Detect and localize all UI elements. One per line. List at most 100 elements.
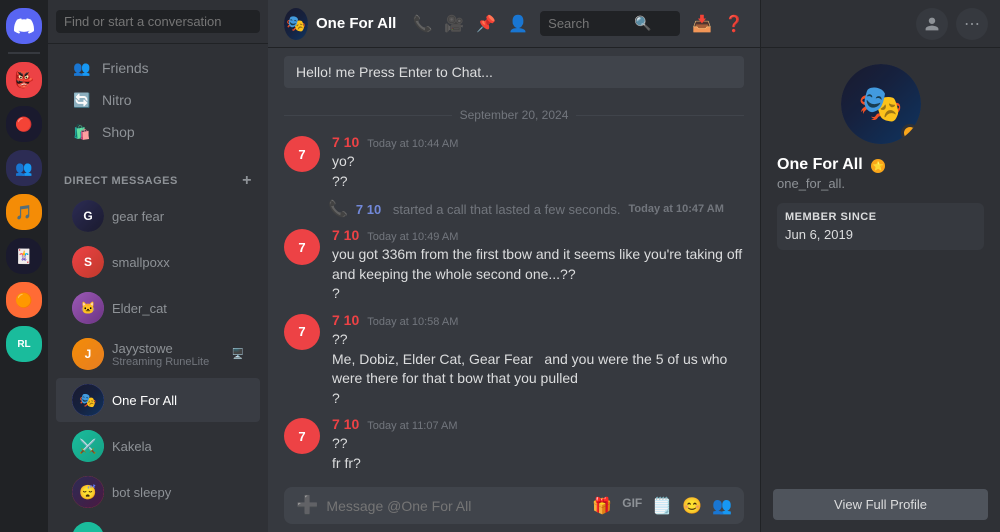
message-time: Today at 10:58 AM	[367, 316, 458, 328]
dm-search-area	[48, 0, 268, 44]
typing-indicator: Hello! me Press Enter to Chat...	[284, 56, 744, 88]
call-author: 7 10	[356, 202, 381, 217]
dm-item-smallpoxx[interactable]: S smallpoxx	[56, 240, 260, 284]
date-separator: September 20, 2024	[268, 92, 760, 130]
friends-label: Friends	[102, 60, 149, 76]
message-author: 7 10	[332, 227, 359, 243]
message-time: Today at 11:07 AM	[367, 420, 457, 432]
message-header: 7 10 Today at 10:49 AM	[332, 227, 744, 243]
message-group: 7 7 10 Today at 11:07 AM ??fr fr?	[268, 412, 760, 477]
activity-icon[interactable]: 👥	[712, 496, 732, 516]
phone-icon[interactable]: 📞	[412, 14, 432, 34]
streaming-icon: 🖥️	[232, 349, 244, 360]
header-search-input[interactable]	[548, 16, 628, 31]
gif-icon[interactable]: GIF	[622, 496, 642, 516]
profile-name-text: One For All	[777, 156, 863, 173]
view-full-profile-button[interactable]: View Full Profile	[773, 489, 988, 520]
message-content: 7 10 Today at 11:07 AM ??fr fr?	[332, 416, 744, 473]
dm-name: smallpoxx	[112, 255, 244, 270]
chat-input-row: ➕ 🎁 GIF 🗒️ 😊 👥	[284, 487, 744, 524]
avatar: 7	[284, 418, 320, 454]
message-text: ??fr fr?	[332, 434, 744, 473]
profile-avatar: 🎭	[841, 64, 921, 144]
message-time: Today at 10:44 AM	[367, 138, 458, 150]
add-friend-icon[interactable]: 👤	[508, 14, 528, 34]
sticker-icon[interactable]: 🗒️	[652, 496, 672, 516]
sidebar-item-friends[interactable]: 👥 Friends	[56, 52, 260, 84]
message-text: you got 336m from the first tbow and it …	[332, 245, 744, 304]
call-text: started a call that lasted a few seconds…	[389, 202, 620, 217]
dm-item-one-for-all[interactable]: 🎭 One For All	[56, 378, 260, 422]
message-author: 7 10	[332, 134, 359, 150]
message-header: 7 10 Today at 10:58 AM	[332, 312, 744, 328]
emoji-icon[interactable]: 😊	[682, 496, 702, 516]
server-bar: 👺 🔴 👥 🎵 🃏 🟠 RL	[0, 0, 48, 532]
add-dm-button[interactable]: +	[242, 172, 252, 190]
dm-item-elder-cat[interactable]: 🐱 Elder_cat	[56, 286, 260, 330]
avatar: 🎭	[72, 384, 104, 416]
avatar: G	[72, 200, 104, 232]
member-since-label: Member Since	[785, 211, 976, 223]
profile-section: 🎭 One For All ⭐ one_for_all. Member Sinc…	[761, 48, 1000, 266]
message-input[interactable]	[326, 498, 584, 514]
server-icon-6[interactable]: 🟠	[6, 282, 42, 318]
dm-item-runelite[interactable]: RL RuneLite 🤖	[56, 516, 260, 532]
message-author: 7 10	[332, 312, 359, 328]
message-author: 7 10	[332, 416, 359, 432]
server-icon-3[interactable]: 👥	[6, 150, 42, 186]
server-icon-7[interactable]: RL	[6, 326, 42, 362]
dm-item-kakela[interactable]: ⚔️ Kakela	[56, 424, 260, 468]
dm-name: Kakela	[112, 439, 244, 454]
call-time: Today at 10:47 AM	[629, 203, 724, 215]
video-icon[interactable]: 🎥	[444, 14, 464, 34]
server-icon-5[interactable]: 🃏	[6, 238, 42, 274]
spacer	[761, 266, 1000, 489]
message-group: 7 7 10 Today at 10:58 AM ??Me, Dobiz, El…	[268, 308, 760, 412]
profile-name: One For All ⭐	[777, 156, 984, 174]
dm-name: Jayystowe	[112, 341, 224, 356]
header-icons: 📞 🎥 📌 👤 🔍 📥 ❓	[412, 11, 744, 36]
inbox-icon[interactable]: 📥	[692, 14, 712, 34]
more-options-button[interactable]: ⋯	[956, 8, 988, 40]
message-group: 7 7 10 Today at 10:49 AM you got 336m fr…	[268, 223, 760, 308]
server-icon-4[interactable]: 🎵	[6, 194, 42, 230]
profile-header-icon[interactable]	[916, 8, 948, 40]
avatar: 7	[284, 229, 320, 265]
search-box: 🔍	[540, 11, 680, 36]
avatar: 😴	[72, 476, 104, 508]
call-icon: 📞	[328, 199, 348, 219]
gift-icon[interactable]: 🎁	[592, 496, 612, 516]
server-icon-2[interactable]: 🔴	[6, 106, 42, 142]
add-attachment-button[interactable]: ➕	[296, 495, 318, 516]
sidebar-item-nitro[interactable]: 🔄 Nitro	[56, 84, 260, 116]
typing-text: Hello! me Press Enter to Chat...	[296, 64, 493, 80]
dm-list: G gear fear S smallpoxx 🐱 Elder_cat J Ja…	[48, 194, 268, 532]
input-icons: 🎁 GIF 🗒️ 😊 👥	[592, 496, 732, 516]
messages-area[interactable]: Hello! me Press Enter to Chat... Septemb…	[268, 48, 760, 487]
pin-icon[interactable]: 📌	[476, 14, 496, 34]
channel-icon: 🎭	[284, 12, 308, 36]
avatar: ⚔️	[72, 430, 104, 462]
dm-item-gear-fear[interactable]: G gear fear	[56, 194, 260, 238]
dm-nav: 👥 Friends 🔄 Nitro 🛍️ Shop	[48, 44, 268, 156]
profile-username: one_for_all.	[777, 176, 845, 191]
message-header: 7 10 Today at 11:07 AM	[332, 416, 744, 432]
profile-details: Member Since Jun 6, 2019	[777, 203, 984, 250]
message-time: Today at 10:49 AM	[367, 231, 458, 243]
server-icon-1[interactable]: 👺	[6, 62, 42, 98]
online-status-ring	[901, 124, 919, 142]
friends-icon: 👥	[72, 58, 92, 78]
shop-icon: 🛍️	[72, 122, 92, 142]
dm-search-input[interactable]	[56, 10, 260, 33]
dm-item-bot-sleepy[interactable]: 😴 bot sleepy	[56, 470, 260, 514]
server-icon-discord[interactable]	[6, 8, 42, 44]
main-chat: 🎭 One For All 📞 🎥 📌 👤 🔍 📥 ❓ Hello! me Pr…	[268, 0, 760, 532]
system-message: 📞 7 10 started a call that lasted a few …	[268, 195, 760, 223]
dm-section-header: DIRECT MESSAGES +	[48, 156, 268, 194]
search-icon[interactable]: 🔍	[634, 15, 651, 32]
dm-item-jayystowe[interactable]: J Jayystowe Streaming RuneLite 🖥️	[56, 332, 260, 376]
nitro-label: Nitro	[102, 92, 132, 108]
member-since-value: Jun 6, 2019	[785, 227, 976, 242]
sidebar-item-shop[interactable]: 🛍️ Shop	[56, 116, 260, 148]
help-icon[interactable]: ❓	[724, 14, 744, 34]
